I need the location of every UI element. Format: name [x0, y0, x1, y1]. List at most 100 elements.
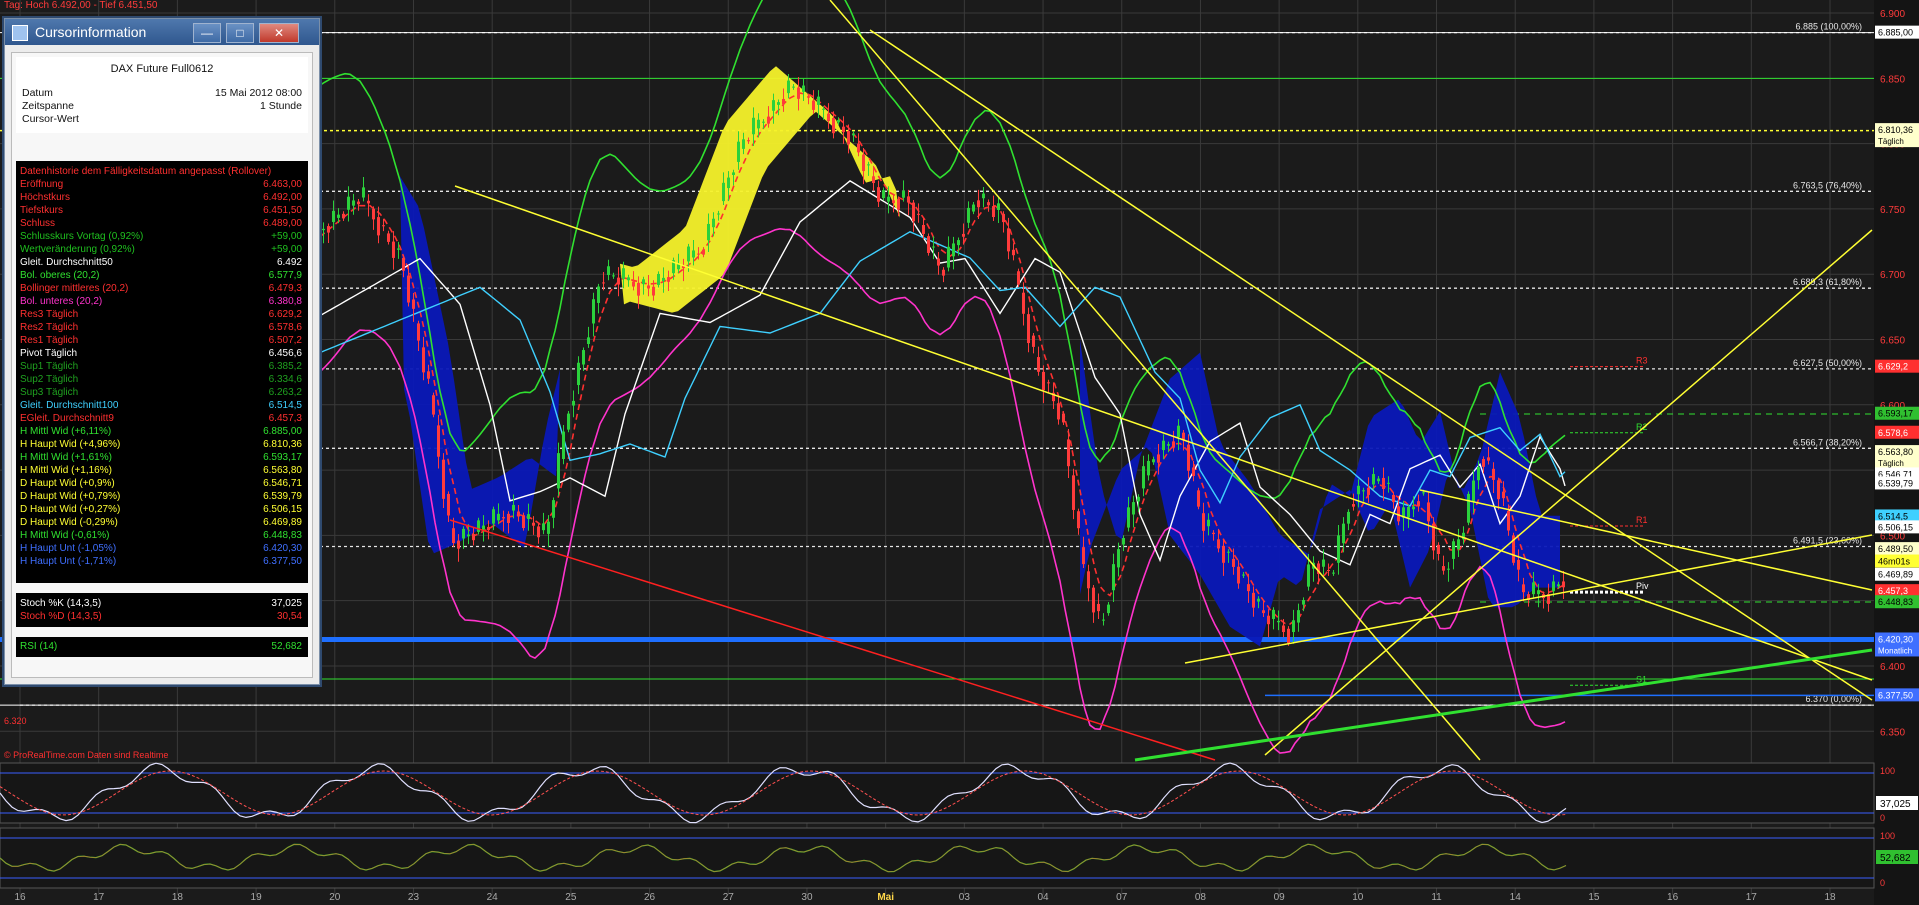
candle-body — [1177, 425, 1180, 438]
fib-level-label: 6.689,3 (61,80%) — [1793, 277, 1862, 287]
x-axis-label: 24 — [487, 892, 499, 903]
indicator-row: Res1 Täglich 6.507,2 — [20, 334, 302, 347]
cursor-info-window[interactable]: Cursorinformation — □ ✕ DAX Future Full0… — [4, 18, 320, 685]
indicator-value: 6.810,36 — [263, 439, 302, 450]
candle-body — [557, 453, 560, 489]
candle-body — [392, 241, 395, 258]
candle-body — [1497, 480, 1500, 500]
candle-body — [1037, 357, 1040, 372]
candle-body — [362, 187, 365, 198]
candle-body — [552, 500, 555, 518]
fib-level-label: 6.566,7 (38,20%) — [1793, 437, 1862, 447]
indicator-value: 6.479,3 — [268, 283, 302, 294]
candle-body — [562, 431, 565, 460]
candle-body — [1522, 584, 1525, 593]
x-axis-label: 30 — [801, 892, 813, 903]
candle-body — [527, 514, 530, 519]
candle-body — [617, 277, 620, 285]
candle-body — [1447, 568, 1450, 570]
candle-body — [817, 96, 820, 105]
indicator-value: 6.334,6 — [268, 374, 302, 385]
indicator-row: H Mittl Wid (+1,16%) 6.563,80 — [20, 464, 302, 477]
price-label: 6.539,79 — [1878, 478, 1913, 488]
candle-body — [492, 509, 495, 524]
candle-body — [1322, 559, 1325, 567]
indicator-label: Wertveränderung (0,92%) — [20, 244, 135, 255]
candle-body — [1257, 598, 1260, 602]
indicator-label: H Haupt Unt (-1,05%) — [20, 543, 117, 554]
rsi-panel — [0, 827, 1875, 889]
indicator-value: 6.263,2 — [268, 387, 302, 398]
candle-body — [1017, 271, 1020, 285]
indicator-row: Schluss 6.489,00 — [20, 217, 302, 230]
candle-body — [582, 350, 585, 365]
cursor-info-header: DAX Future Full0612 Datum 15 Mai 2012 08… — [16, 57, 308, 133]
indicator-row: Höchstkurs 6.492,00 — [20, 191, 302, 204]
candle-body — [852, 133, 855, 136]
indicator-label: H Haupt Wid (+4,96%) — [20, 439, 121, 450]
candle-body — [447, 493, 450, 516]
candle-body — [1357, 485, 1360, 495]
price-label: 6.420,30 — [1878, 634, 1913, 644]
indicator-value: 6.577,9 — [268, 270, 302, 281]
candle-body — [342, 213, 345, 219]
indicator-value: +59,00 — [271, 244, 302, 255]
candle-body — [927, 236, 930, 253]
candle-body — [397, 248, 400, 250]
indicator-value: 6.380,8 — [268, 296, 302, 307]
candle-body — [507, 513, 510, 523]
maximize-button[interactable]: □ — [226, 23, 254, 43]
x-axis-label: 15 — [1588, 892, 1600, 903]
indicator-label: D Haupt Wid (+0,27%) — [20, 504, 121, 515]
price-label: 6.885,00 — [1878, 28, 1913, 38]
candle-body — [537, 526, 540, 538]
candle-body — [1417, 501, 1420, 507]
candle-body — [517, 511, 520, 517]
minimize-button[interactable]: — — [193, 23, 221, 43]
close-button[interactable]: ✕ — [259, 23, 299, 43]
stochastic-values: Stoch %K (14,3,5) 37,025 Stoch %D (14,3,5)… — [16, 593, 308, 627]
cursor-info-titlebar[interactable]: Cursorinformation — □ ✕ — [5, 19, 319, 45]
pivot-label: R1 — [1636, 515, 1648, 525]
stoch-axis-0: 0 — [1880, 813, 1885, 823]
candle-body — [1452, 541, 1455, 559]
indicator-row: Sup2 Täglich 6.334,6 — [20, 373, 302, 386]
indicator-label: H Mittl Wid (+1,61%) — [20, 452, 112, 463]
indicator-label: H Mittl Wid (+1,16%) — [20, 465, 112, 476]
price-tick-label: 6.750 — [1880, 205, 1905, 216]
candle-body — [932, 246, 935, 248]
pivot-label: R2 — [1636, 422, 1648, 432]
candle-body — [1557, 584, 1560, 587]
candle-body — [1267, 615, 1270, 625]
candle-body — [1242, 574, 1245, 576]
indicator-value: 6.385,2 — [268, 361, 302, 372]
x-axis-label: 23 — [408, 892, 420, 903]
candle-body — [812, 100, 815, 110]
candle-body — [1147, 460, 1150, 476]
candle-body — [807, 96, 810, 98]
indicator-label: Gleit. Durchschnitt100 — [20, 400, 119, 411]
candle-body — [707, 223, 710, 241]
candle-body — [802, 85, 805, 92]
candle-body — [732, 172, 735, 175]
candle-body — [1132, 502, 1135, 515]
candle-body — [512, 504, 515, 511]
x-axis-label: Mai — [877, 892, 894, 903]
candle-body — [762, 121, 765, 123]
candle-body — [542, 523, 545, 531]
indicator-label: D Haupt Wid (+0,9%) — [20, 478, 115, 489]
candle-body — [1377, 478, 1380, 482]
x-axis-label: 17 — [93, 892, 105, 903]
fib-level-label: 6.885 (100,00%) — [1795, 22, 1862, 32]
candle-body — [1152, 459, 1155, 463]
candle-body — [1127, 507, 1130, 528]
indicator-row: Tiefstkurs 6.451,50 — [20, 204, 302, 217]
price-label: 6.810,36 — [1878, 125, 1913, 135]
candle-body — [1537, 590, 1540, 595]
indicator-label: Sup3 Täglich — [20, 387, 79, 398]
price-tick-label: 6.650 — [1880, 336, 1905, 347]
candle-body — [922, 224, 925, 234]
candle-body — [717, 213, 720, 215]
indicator-value: 6.492 — [276, 257, 302, 268]
indicator-value: 6.578,6 — [268, 322, 302, 333]
